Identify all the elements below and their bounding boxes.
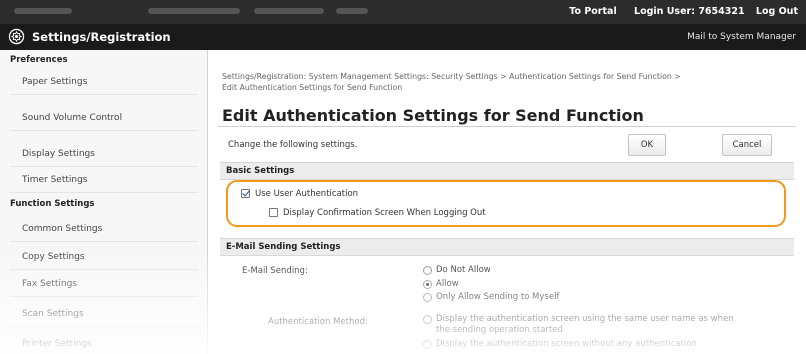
breadcrumb-line-2: Edit Authentication Settings for Send Fu… [222, 83, 403, 92]
blurred-text [254, 8, 324, 14]
radio-only-allow-sending-to-myself[interactable] [423, 293, 432, 302]
sidebar: Preferences Paper Settings Sound Volume … [0, 50, 208, 354]
sidebar-item-display-settings[interactable]: Display Settings [10, 141, 198, 167]
mail-to-system-manager-link[interactable]: Mail to System Manager [687, 24, 796, 50]
email-sending-field-label: E-Mail Sending: [242, 266, 308, 276]
main-content: Settings/Registration: System Management… [208, 50, 806, 354]
blurred-text [336, 8, 368, 14]
page-header-title: Settings/Registration [32, 30, 171, 44]
sidebar-item-copy-settings[interactable]: Copy Settings [10, 244, 198, 270]
blurred-text [14, 8, 72, 14]
use-user-authentication-label: Use User Authentication [255, 189, 359, 199]
radio-do-not-allow-label: Do Not Allow [436, 265, 491, 275]
radio-auth-without-authentication[interactable] [423, 340, 432, 349]
email-sending-settings-header: E-Mail Sending Settings [220, 238, 794, 256]
sidebar-item-printer-settings[interactable]: Printer Settings [10, 331, 198, 354]
cancel-button[interactable]: Cancel [722, 134, 772, 156]
logout-link[interactable]: Log Out [756, 6, 798, 17]
top-links: To Portal Login User: 7654321 Log Out [555, 0, 798, 24]
sidebar-item-common-settings[interactable]: Common Settings [10, 216, 198, 242]
portal-link[interactable]: To Portal [569, 6, 616, 17]
radio-allow[interactable] [423, 280, 432, 289]
breadcrumb-line-1: Settings/Registration: System Management… [222, 72, 681, 81]
auth-option-1-line-1: Display the authentication screen using … [436, 314, 734, 324]
sidebar-section-function-settings: Function Settings [10, 199, 95, 209]
display-confirmation-checkbox[interactable] [269, 208, 278, 217]
page-title: Edit Authentication Settings for Send Fu… [222, 106, 644, 125]
ok-button[interactable]: OK [628, 134, 666, 156]
use-user-authentication-checkbox[interactable] [241, 189, 250, 198]
sidebar-item-scan-settings[interactable]: Scan Settings [10, 301, 198, 327]
radio-allow-label: Allow [436, 279, 459, 289]
sidebar-item-paper-settings[interactable]: Paper Settings [10, 69, 198, 95]
sidebar-item-sound-volume-control[interactable]: Sound Volume Control [10, 105, 198, 131]
radio-auth-without-authentication-label: Display the authentication screen withou… [436, 339, 697, 349]
radio-only-allow-sending-to-myself-label: Only Allow Sending to Myself [436, 292, 560, 302]
title-divider [218, 126, 796, 127]
blurred-text [148, 8, 240, 14]
auth-option-1-line-2: the sending operation started [436, 325, 563, 335]
basic-settings-header: Basic Settings [220, 162, 794, 180]
top-bar: To Portal Login User: 7654321 Log Out [0, 0, 806, 24]
breadcrumb: Settings/Registration: System Management… [222, 71, 792, 93]
radio-do-not-allow[interactable] [423, 266, 432, 275]
sidebar-section-preferences: Preferences [10, 55, 68, 65]
login-user-text: Login User: 7654321 [634, 6, 745, 17]
radio-auth-same-user-name-label: Display the authentication screen using … [436, 314, 796, 336]
authentication-method-label: Authentication Method: [268, 317, 368, 327]
instruction-text: Change the following settings. [228, 140, 358, 150]
sidebar-item-fax-settings[interactable]: Fax Settings [10, 271, 198, 297]
settings-gear-icon [8, 28, 25, 45]
display-confirmation-label: Display Confirmation Screen When Logging… [283, 208, 486, 218]
highlight-frame [226, 180, 786, 227]
title-bar: Settings/Registration Mail to System Man… [0, 24, 806, 50]
sidebar-item-timer-settings[interactable]: Timer Settings [10, 167, 198, 193]
radio-auth-same-user-name[interactable] [423, 315, 432, 324]
